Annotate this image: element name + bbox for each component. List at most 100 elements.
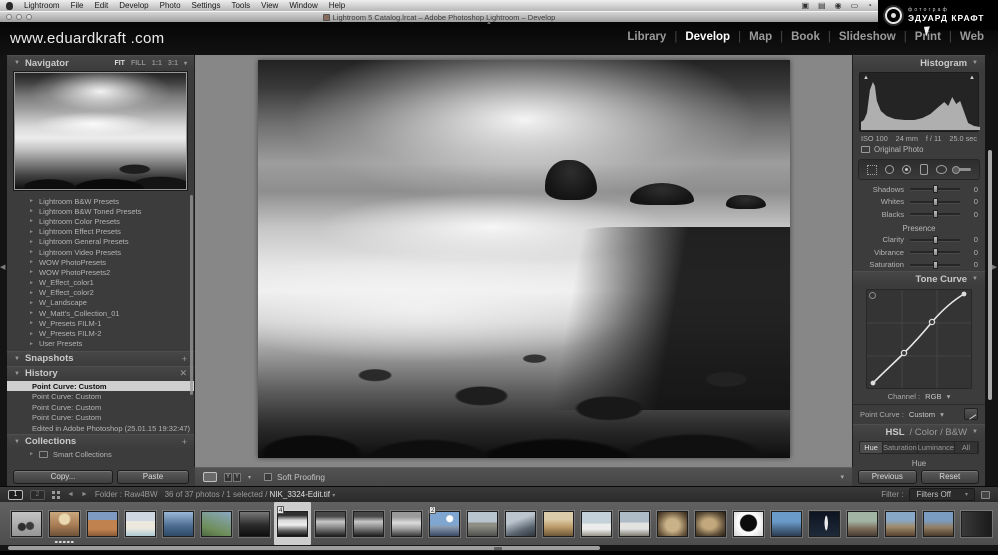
filmstrip-thumbnail[interactable] <box>312 502 349 545</box>
filmstrip-thumbnail[interactable] <box>8 502 45 545</box>
filmstrip-thumbnail[interactable]: 4 <box>274 502 311 545</box>
module-tab[interactable]: Book <box>772 31 820 43</box>
filter-toggle-icon[interactable] <box>981 491 990 499</box>
thumbnail-image[interactable] <box>49 511 80 537</box>
disclosure-icon[interactable]: ► <box>29 331 34 337</box>
thumbnail-image[interactable] <box>201 511 232 537</box>
filmstrip-thumbnail[interactable] <box>388 502 425 545</box>
disclosure-icon[interactable]: ► <box>29 249 34 255</box>
filmstrip-thumbnail[interactable] <box>160 502 197 545</box>
module-tab[interactable]: Develop <box>666 31 730 43</box>
history-step[interactable]: Point Curve: Custom <box>7 391 194 402</box>
adjustment-brush-icon[interactable] <box>955 168 971 171</box>
filmstrip-thumbnail[interactable] <box>806 502 843 545</box>
thumbnail-image[interactable] <box>467 511 498 537</box>
clear-history-button[interactable]: ✕ <box>179 368 187 379</box>
filmstrip-thumbnail[interactable] <box>578 502 615 545</box>
filmstrip-thumbnail[interactable] <box>46 502 83 545</box>
slider-thumb[interactable] <box>933 198 938 206</box>
second-window-button[interactable]: 2 <box>30 490 45 500</box>
disclosure-icon[interactable]: ► <box>29 259 34 265</box>
history-step[interactable]: Point Curve: Custom <box>7 413 194 424</box>
menu-item[interactable]: Tools <box>231 1 250 10</box>
before-after-dropdown-icon[interactable]: ▾ <box>248 474 251 481</box>
preset-folder[interactable]: ► Lightroom Color Presets <box>7 216 194 226</box>
thumbnail-image[interactable] <box>619 511 650 537</box>
hsl-tab[interactable]: All <box>955 442 978 453</box>
thumbnail-image[interactable] <box>581 511 612 537</box>
grid-view-icon[interactable] <box>52 491 60 499</box>
camera-icon[interactable]: ▣ <box>801 1 809 10</box>
left-panel-edge[interactable]: ◀ <box>0 55 7 467</box>
slider-track[interactable] <box>910 239 960 241</box>
right-panel-edge[interactable]: ▶ <box>985 55 998 467</box>
disclosure-icon[interactable]: ► <box>29 300 34 306</box>
tone-curve-graph[interactable] <box>866 289 972 389</box>
filmstrip-thumbnail[interactable] <box>730 502 767 545</box>
thumbnail-image[interactable] <box>353 511 384 537</box>
preset-folder[interactable]: ► W_Matt's_Collection_01 <box>7 308 194 318</box>
thumbnail-image[interactable] <box>11 511 42 537</box>
spot-removal-icon[interactable] <box>885 165 894 174</box>
filmstrip-thumbnail[interactable] <box>122 502 159 545</box>
tone-curve-header[interactable]: Tone Curve ▼ <box>853 271 985 286</box>
histogram-header[interactable]: Histogram ▼ <box>853 55 985 70</box>
preset-folder[interactable]: ► Lightroom Video Presets <box>7 247 194 257</box>
radial-filter-icon[interactable] <box>936 165 947 174</box>
thumbnail-image[interactable] <box>163 511 194 537</box>
hsl-tab[interactable]: Luminance <box>918 442 955 453</box>
point-curve-value[interactable]: Custom <box>909 410 935 419</box>
preset-folder[interactable]: ► W_Presets FILM-1 <box>7 318 194 328</box>
filmstrip-thumbnail[interactable] <box>692 502 729 545</box>
history-step[interactable]: Point Curve: Custom <box>7 381 194 392</box>
filmstrip-thumbnail[interactable] <box>958 502 995 545</box>
hide-filmstrip-marker[interactable] <box>494 547 502 550</box>
preset-folder[interactable]: ► Lightroom General Presets <box>7 237 194 247</box>
module-tab[interactable]: Print <box>896 31 941 43</box>
apple-menu-icon[interactable] <box>6 2 13 10</box>
graduated-filter-icon[interactable] <box>920 164 928 175</box>
menu-item[interactable]: Settings <box>192 1 221 10</box>
zoom-option[interactable]: FIT <box>114 60 125 67</box>
thumbnail-image[interactable] <box>961 511 992 537</box>
hsl-tab[interactable]: Hue <box>860 442 883 453</box>
thumbnail-image[interactable] <box>315 511 346 537</box>
thumbnail-image[interactable] <box>695 511 726 537</box>
slider-track[interactable] <box>910 251 960 253</box>
slider-track[interactable] <box>910 213 960 215</box>
zoom-option[interactable]: 3:1 <box>168 60 178 67</box>
module-tab[interactable]: Library <box>627 31 666 43</box>
preset-folder[interactable]: ► Lightroom Effect Presets <box>7 227 194 237</box>
thumbnail-image[interactable] <box>847 511 878 537</box>
thumbnail-image[interactable] <box>657 511 688 537</box>
disclosure-icon[interactable]: ► <box>29 218 34 224</box>
thumbnail-image[interactable] <box>543 511 574 537</box>
preset-folder[interactable]: ► WOW PhotoPresets2 <box>7 267 194 277</box>
slider-thumb[interactable] <box>933 248 938 256</box>
current-filename[interactable]: NIK_3324-Edit.tif <box>270 490 330 499</box>
filmstrip-scrollbar-thumb[interactable] <box>8 546 600 550</box>
paste-button[interactable]: Paste <box>117 470 189 484</box>
disclosure-icon[interactable]: ► <box>29 208 34 214</box>
dropdown-icon[interactable]: ▾ <box>940 410 944 419</box>
printer-icon[interactable]: ▤ <box>818 1 826 10</box>
loupe-view-icon[interactable] <box>203 472 217 482</box>
disclosure-icon[interactable]: ► <box>29 290 34 296</box>
previous-button[interactable]: Previous <box>858 470 917 484</box>
filmstrip-thumbnail[interactable] <box>768 502 805 545</box>
hide-top-panel-arrow[interactable]: ▲ <box>486 20 492 26</box>
menu-item[interactable]: Window <box>289 1 317 10</box>
zoom-dropdown-icon[interactable]: ▾ <box>184 60 187 67</box>
add-snapshot-button[interactable]: + <box>182 354 187 364</box>
filmstrip-thumbnail[interactable] <box>920 502 957 545</box>
disclosure-icon[interactable]: ► <box>29 320 34 326</box>
dropdown-icon[interactable]: ▾ <box>947 392 951 401</box>
thumbnail-image[interactable] <box>391 511 422 537</box>
thumbnail-image[interactable] <box>923 511 954 537</box>
collapse-right-panel-arrow[interactable]: ▶ <box>992 263 997 271</box>
zoom-option[interactable]: 1:1 <box>152 60 162 67</box>
zoom-option[interactable]: FILL <box>131 60 146 67</box>
hsl-tab[interactable]: Saturation <box>883 442 918 453</box>
preset-folder[interactable]: ► W_Effect_color1 <box>7 278 194 288</box>
history-step[interactable]: Point Curve: Custom <box>7 402 194 413</box>
